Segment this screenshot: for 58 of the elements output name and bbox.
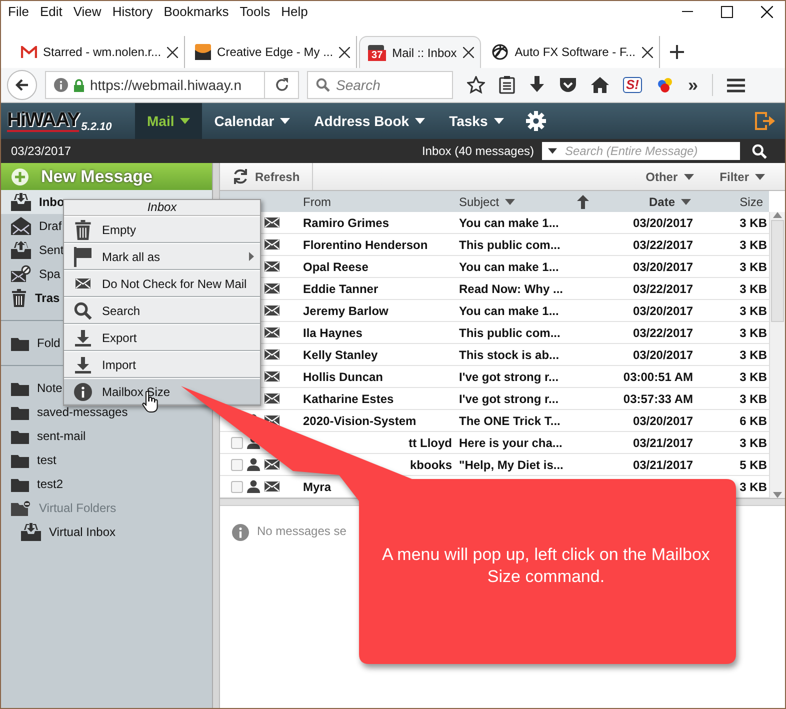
date-cell-text: 03/21/2017 [632, 458, 694, 472]
date-cell-text: 03/20/2017 [632, 414, 694, 428]
subject-cell-text: You can make 1... [458, 260, 560, 274]
date-cell-text: 03/20/2017 [632, 304, 694, 318]
subject-cell-text: Here is your cha... [458, 436, 564, 450]
sender-cell-text: Kelly Stanley [302, 348, 379, 362]
sender-cell-text: Florentino Henderson [302, 238, 429, 252]
size-cell-text: 3 KB [738, 370, 768, 384]
size-cell-text: 5 KB [738, 458, 768, 472]
mailbox-count: Inbox (40 messages) [422, 144, 534, 158]
size-cell-text: 3 KB [738, 480, 768, 494]
size-cell-text: 3 KB [738, 282, 768, 296]
subject-cell-text: The ONE Trick T... [458, 414, 562, 428]
sender-cell-text: tt Lloyd [408, 436, 453, 450]
sender-cell-text: 2020-Vision-System [302, 414, 418, 428]
date-cell-text: 03/22/2017 [632, 238, 694, 252]
size-cell-text: 3 KB [738, 326, 768, 340]
sender-cell-text: Jeremy Barlow [302, 304, 390, 318]
date-cell-text: 03/22/2017 [632, 326, 694, 340]
subject-cell-text: This public com... [458, 326, 562, 340]
empty-preview-message: No messages se [257, 524, 346, 538]
sender-cell-text: Myra [302, 480, 332, 494]
logo: HiWAAY [7, 110, 80, 132]
sender-cell-text: Hollis Duncan [302, 370, 384, 384]
menu-title: Inbox [64, 200, 260, 216]
date-label: 03/23/2017 [11, 144, 72, 158]
sender-cell-text: Ila Haynes [302, 326, 364, 340]
subject-cell-text: "Help, My Diet is... [458, 458, 564, 472]
size-cell-text: 3 KB [738, 260, 768, 274]
sender-cell-text: kbooks [408, 458, 453, 472]
subject-cell-text: This stock is ab... [458, 348, 560, 362]
sender-cell-text: Ramiro Grimes [302, 216, 390, 230]
sender-cell-text: Opal Reese [302, 260, 370, 274]
subject-cell-text: Read Now: Why ... [458, 282, 564, 296]
sender-cell-text: Katharine Estes [302, 392, 395, 406]
size-cell-text: 3 KB [738, 348, 768, 362]
date-cell-text: 03/22/2017 [632, 282, 694, 296]
version-label: 5.2.10 [81, 121, 112, 133]
size-cell-text: 3 KB [738, 238, 768, 252]
date-cell-text: 03:57:33 AM [622, 392, 694, 406]
subject-cell-text: I've got strong r... [458, 392, 560, 406]
date-cell-text: 03/20/2017 [632, 348, 694, 362]
size-cell-text: 3 KB [738, 436, 768, 450]
subject-cell-text: I've got strong r... [458, 370, 560, 384]
subject-cell-text: You can make 1... [458, 216, 560, 230]
date-cell-text: 03:00:51 AM [622, 370, 694, 384]
size-cell-text: 3 KB [738, 392, 768, 406]
size-cell-text: 3 KB [738, 304, 768, 318]
callout-text: A menu will pop up, left click on the Mailbox Size command. [381, 544, 711, 588]
date-cell-text: 03/21/2017 [632, 436, 694, 450]
size-cell-text: 3 KB [738, 216, 768, 230]
unread-badge: 37 [368, 50, 386, 60]
date-cell-text: 03/20/2017 [632, 260, 694, 274]
sender-cell-text: Eddie Tanner [302, 282, 380, 296]
subject-cell-text: You can make 1... [458, 304, 560, 318]
date-cell-text: 03/20/2017 [632, 216, 694, 230]
subject-cell-text: This public com... [458, 238, 562, 252]
size-cell-text: 6 KB [738, 414, 768, 428]
